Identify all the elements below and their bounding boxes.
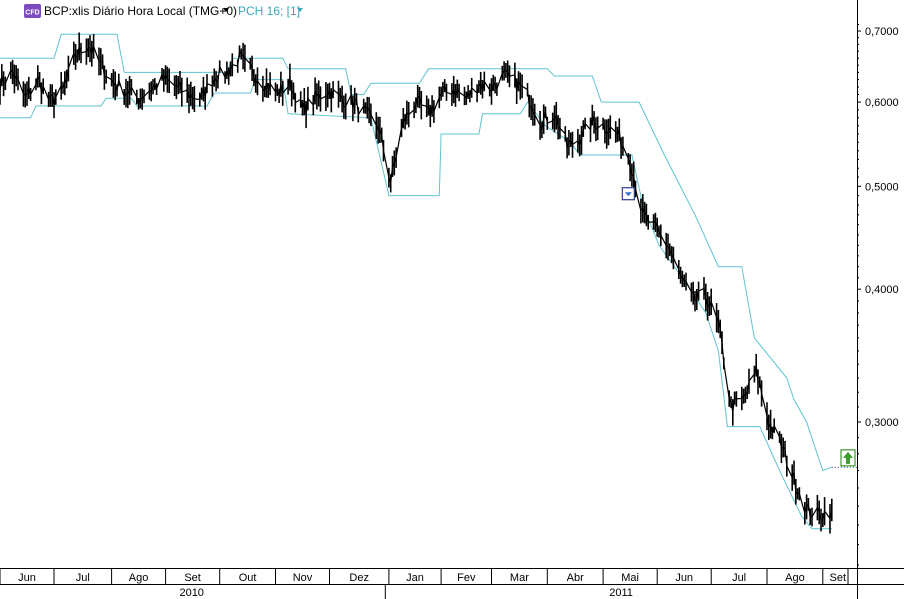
x-tick-label: Nov: [293, 572, 313, 584]
y-tick-label: 0,7000: [865, 26, 899, 38]
y-tick-label: 0,5000: [865, 181, 899, 193]
indicator-label[interactable]: PCH 16; [1]: [238, 4, 300, 18]
y-axis: 0,7000 0,6000 0,5000 0,4000 0,3000: [857, 24, 899, 566]
buy-signal-marker[interactable]: [840, 449, 856, 467]
price-line: [0, 44, 833, 521]
x-tick-label: Ago: [785, 572, 805, 584]
y-tick-label: 0,4000: [865, 284, 899, 296]
x-tick-label: Set: [830, 572, 847, 584]
symbol-label[interactable]: BCP:xlis Diário Hora Local (TMG+0): [44, 4, 237, 18]
x-tick-label: Mai: [621, 572, 639, 584]
x-tick-label: Jul: [76, 572, 90, 584]
cfd-badge-label: CFD: [25, 10, 39, 17]
x-tick-label: Jan: [406, 572, 424, 584]
y-tick-label: 0,6000: [865, 97, 899, 109]
x-tick-label: Mar: [510, 572, 529, 584]
x-tick-label: Out: [239, 572, 257, 584]
price-chart: 0,7000 0,6000 0,5000 0,4000 0,3000 Jun Jul Ago…: [0, 0, 904, 599]
chart-header: CFD BCP:xlis Diário Hora Local (TMG+0) P…: [24, 4, 303, 18]
x-tick-label: Ago: [129, 572, 149, 584]
x-tick-label: Fev: [457, 572, 476, 584]
x-tick-label: Dez: [349, 572, 369, 584]
sell-signal-marker[interactable]: [621, 187, 635, 201]
x-tick-label: Jun: [675, 572, 693, 584]
year-label: 2011: [609, 587, 633, 599]
y-tick-label: 0,3000: [865, 417, 899, 429]
x-tick-label: Jun: [18, 572, 36, 584]
year-label: 2010: [179, 587, 203, 599]
x-axis: Jun Jul Ago Set Out Nov Dez Jan Fev Mar Abr Mai Jun J…: [0, 568, 849, 599]
x-tick-label: Set: [184, 572, 201, 584]
x-tick-label: Jul: [732, 572, 746, 584]
x-tick-label: Abr: [567, 572, 584, 584]
price-series: [0, 32, 833, 534]
